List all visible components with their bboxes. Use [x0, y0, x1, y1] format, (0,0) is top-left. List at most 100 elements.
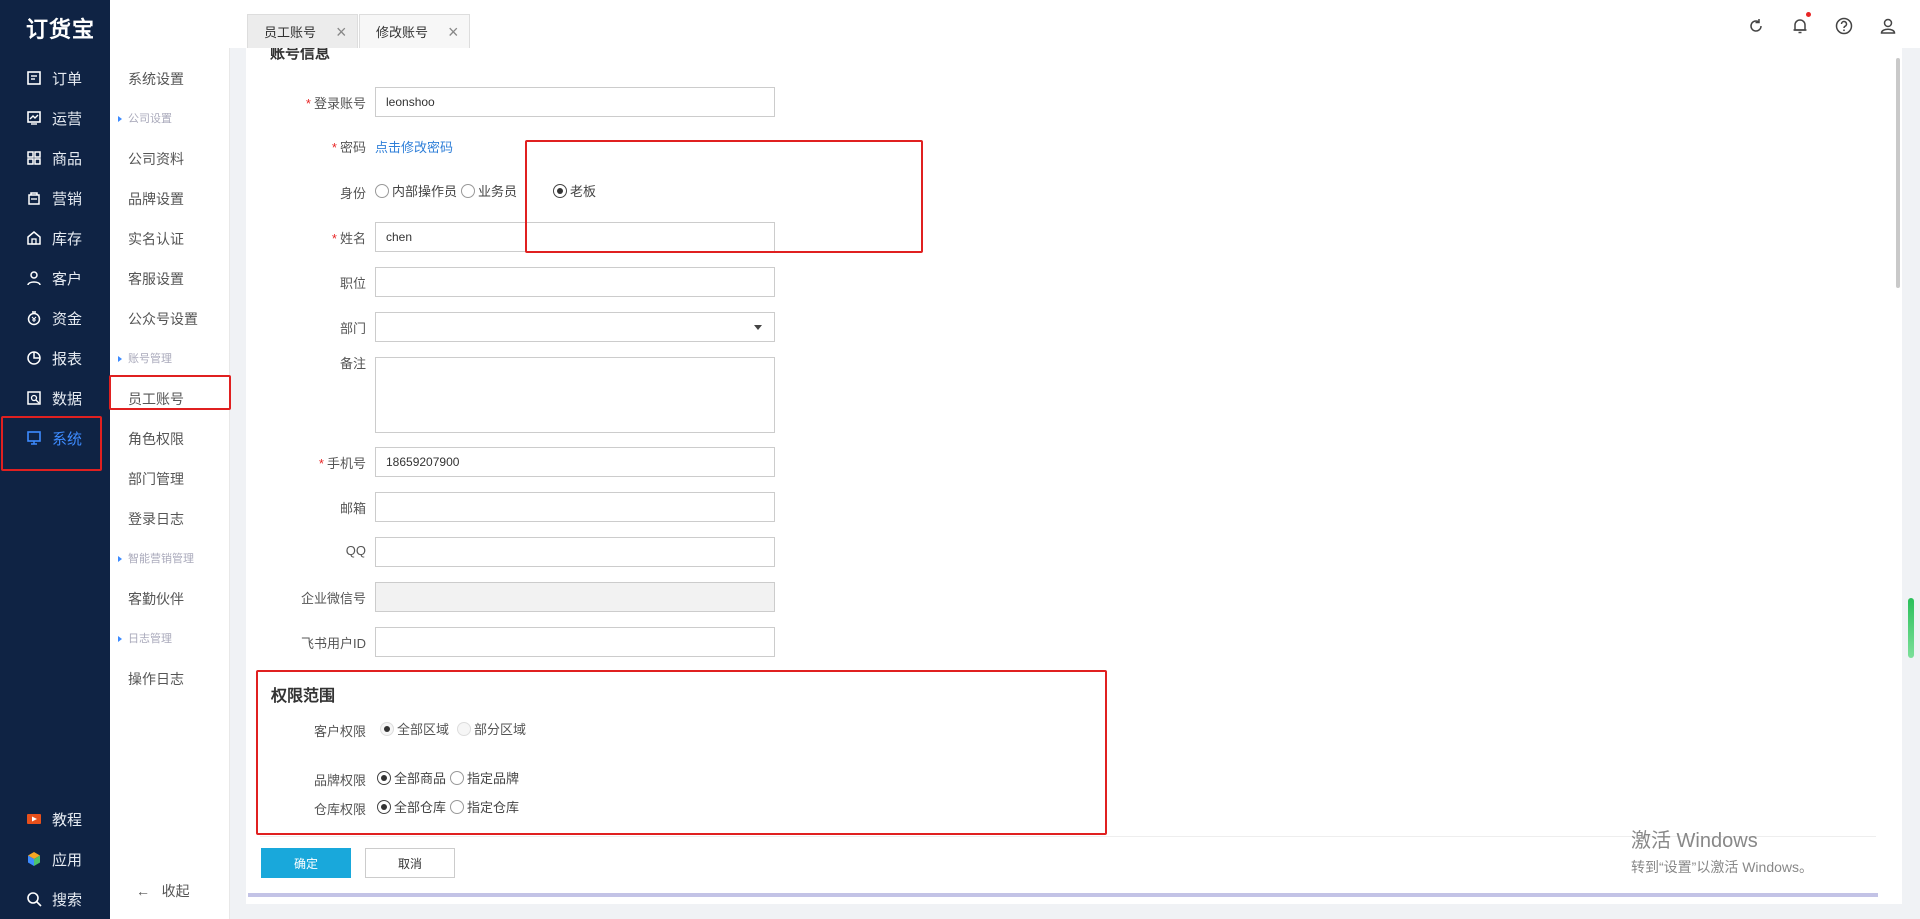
subnav-department[interactable]: 部门管理 — [128, 469, 184, 489]
radio-label: 指定品牌 — [467, 771, 520, 786]
confirm-button[interactable]: 确定 — [261, 848, 351, 878]
settings-subnav: 系统设置 公司设置 公司资料 品牌设置 实名认证 客服设置 公众号设置 账号管理… — [110, 48, 230, 919]
marketing-icon — [26, 190, 42, 206]
qq-input[interactable] — [375, 537, 775, 567]
close-icon[interactable]: × — [448, 23, 459, 41]
nav-item-search[interactable]: 搜索 — [0, 879, 110, 919]
subnav-brand-settings[interactable]: 品牌设置 — [128, 189, 184, 209]
windows-activation-watermark: 激活 Windows 转到“设置”以激活 Windows。 — [1631, 824, 1813, 877]
radio-label: 全部区域 — [397, 722, 450, 737]
nav-item-label: 运营 — [52, 110, 83, 128]
nav-item-warehouse[interactable]: 库存 — [0, 218, 110, 258]
customer-perm-all[interactable]: 全部区域 — [380, 719, 449, 738]
subnav-login-log[interactable]: 登录日志 — [128, 509, 184, 529]
identity-label: 身份 — [339, 186, 366, 201]
login-account-label: * 登录账号 — [246, 93, 366, 112]
nav-item-report[interactable]: 报表 — [0, 338, 110, 378]
nav-item-operation[interactable]: 运营 — [0, 98, 110, 138]
watermark-title: 激活 Windows — [1631, 830, 1758, 852]
subnav-role-permission[interactable]: 角色权限 — [128, 429, 184, 449]
wechat-label: 企业微信号 — [300, 591, 366, 606]
department-label: 部门 — [339, 321, 366, 336]
login-account-input[interactable]: leonshoo — [375, 87, 775, 117]
radio-label: 全部商品 — [394, 771, 447, 786]
main-nav: 订货宝 订单 运营 商品 营销 库存 客户 资金 报表 数据 系统 教程 应用 … — [0, 0, 110, 919]
subnav-group-company: 公司设置 — [118, 110, 172, 126]
customer-perm-partial[interactable]: 部分区域 — [457, 719, 526, 738]
change-password-link[interactable]: 点击修改密码 — [375, 137, 453, 156]
email-label: 邮箱 — [339, 501, 366, 516]
name-label-text: 姓名 — [339, 231, 366, 246]
nav-item-product[interactable]: 商品 — [0, 138, 110, 178]
warehouse-perm-specific[interactable]: 指定仓库 — [450, 797, 519, 816]
brand-perm-specific[interactable]: 指定品牌 — [450, 768, 519, 787]
nav-item-label: 报表 — [52, 350, 83, 368]
subnav-real-name[interactable]: 实名认证 — [128, 229, 184, 249]
refresh-icon[interactable] — [1746, 16, 1766, 36]
section-title-permission: 权限范围 — [271, 688, 336, 705]
phone-label-text: 手机号 — [326, 456, 366, 471]
subnav-official-account[interactable]: 公众号设置 — [128, 309, 198, 329]
tab-edit-account[interactable]: 修改账号 × — [359, 14, 470, 48]
feishu-input[interactable] — [375, 627, 775, 657]
nav-item-money[interactable]: 资金 — [0, 298, 110, 338]
nav-item-label: 商品 — [52, 150, 83, 168]
phone-input[interactable]: 18659207900 — [375, 447, 775, 477]
user-icon[interactable] — [1878, 16, 1898, 36]
password-label: * 密码 — [246, 137, 366, 156]
radio-circle — [450, 770, 465, 785]
password-label-text: 密码 — [339, 140, 366, 155]
email-input[interactable] — [375, 492, 775, 522]
subnav-operation-log[interactable]: 操作日志 — [128, 669, 184, 689]
product-icon — [26, 150, 42, 166]
brand-perm-all[interactable]: 全部商品 — [377, 768, 446, 787]
nav-item-marketing[interactable]: 营销 — [0, 178, 110, 218]
identity-radio-boss[interactable]: 老板 — [553, 181, 596, 200]
nav-item-order[interactable]: 订单 — [0, 58, 110, 98]
subnav-customer-service[interactable]: 客服设置 — [128, 269, 184, 289]
identity-radio-operator[interactable]: 内部操作员 — [375, 181, 457, 200]
login-account-label-text: 登录账号 — [313, 96, 366, 111]
cancel-button[interactable]: 取消 — [365, 848, 455, 878]
edit-account-form: 账号信息 * 登录账号 leonshoo * 密码 点击修改密码 身份 内部操作员 … — [246, 48, 1902, 904]
nav-item-data[interactable]: 数据 — [0, 378, 110, 418]
nav-item-label: 搜索 — [52, 891, 83, 909]
warehouse-perm-all[interactable]: 全部仓库 — [377, 797, 446, 816]
nav-item-system[interactable]: 系统 — [0, 418, 110, 458]
customer-perm-label: 客户权限 — [313, 724, 366, 739]
remark-label: 备注 — [339, 356, 366, 371]
department-select[interactable] — [375, 312, 775, 342]
section-title-account: 账号信息 — [270, 48, 331, 62]
report-icon — [26, 350, 42, 366]
subnav-group-marketing: 智能营销管理 — [118, 550, 194, 566]
nav-item-customer[interactable]: 客户 — [0, 258, 110, 298]
radio-label: 指定仓库 — [467, 800, 520, 815]
horizontal-scrollbar[interactable] — [248, 893, 1878, 897]
subnav-company-info[interactable]: 公司资料 — [128, 149, 184, 169]
name-input[interactable]: chen — [375, 222, 775, 252]
help-icon[interactable] — [1834, 16, 1854, 36]
close-icon[interactable]: × — [336, 23, 347, 41]
required-mark: * — [318, 456, 324, 471]
subnav-system-settings[interactable]: 系统设置 — [128, 69, 184, 89]
brand-perm-radio-group: 全部商品 指定品牌 — [377, 768, 523, 787]
identity-radio-salesman[interactable]: 业务员 — [461, 181, 517, 200]
required-mark: * — [305, 96, 311, 111]
radio-label: 老板 — [570, 184, 597, 199]
subnav-group-log: 日志管理 — [118, 630, 172, 646]
collapse-button[interactable]: ← 收起 — [136, 881, 190, 901]
required-mark: * — [331, 140, 337, 155]
feishu-label: 飞书用户ID — [300, 636, 366, 651]
nav-item-tutorial[interactable]: 教程 — [0, 799, 110, 839]
position-input[interactable] — [375, 267, 775, 297]
watermark-subtitle: 转到“设置”以激活 Windows。 — [1631, 859, 1814, 875]
content-scrollbar[interactable] — [1896, 58, 1900, 288]
bell-icon[interactable] — [1790, 16, 1810, 36]
nav-item-apps[interactable]: 应用 — [0, 839, 110, 879]
subnav-staff-account[interactable]: 员工账号 — [128, 389, 184, 409]
subnav-partner[interactable]: 客勤伙伴 — [128, 589, 184, 609]
tab-staff-account[interactable]: 员工账号 × — [247, 14, 358, 48]
remark-textarea[interactable] — [375, 357, 775, 433]
radio-circle — [377, 799, 391, 814]
monitor-icon — [26, 430, 42, 446]
